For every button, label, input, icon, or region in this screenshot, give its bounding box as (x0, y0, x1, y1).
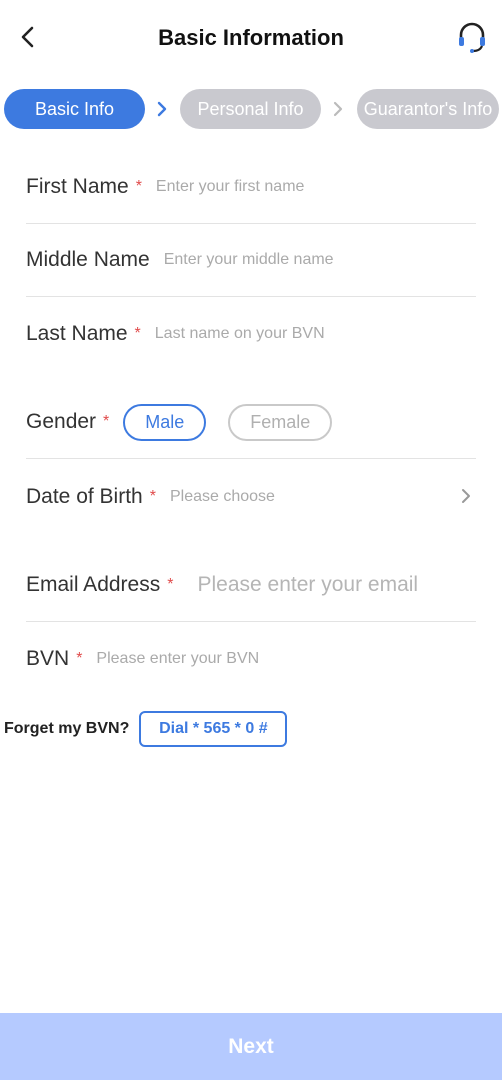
last-name-label: Last Name (26, 321, 128, 345)
support-button[interactable] (456, 20, 488, 54)
last-name-row[interactable]: Last Name * Last name on your BVN (26, 297, 476, 370)
step-personal-info[interactable]: Personal Info (180, 89, 321, 129)
first-name-row[interactable]: First Name * Enter your first name (26, 151, 476, 224)
progress-steps: Basic Info Personal Info Guarantor's Inf… (0, 89, 502, 129)
required-mark: * (134, 324, 141, 342)
gender-male-button[interactable]: Male (123, 403, 207, 441)
chevron-right-icon (462, 489, 470, 503)
required-mark: * (135, 178, 142, 195)
required-mark: * (103, 413, 110, 430)
gender-female-button[interactable]: Female (228, 403, 333, 441)
step-basic-info[interactable]: Basic Info (4, 89, 145, 129)
required-mark: * (76, 649, 83, 667)
required-mark: * (167, 576, 174, 593)
bvn-label: BVN (26, 646, 70, 670)
middle-name-label: Middle Name (26, 248, 150, 271)
dob-row[interactable]: Date of Birth * Please choose (26, 460, 476, 533)
email-row[interactable]: Email Address * Please enter your email (26, 549, 476, 622)
forget-bvn-label: Forget my BVN? (4, 720, 130, 737)
dial-bvn-button[interactable]: Dial * 565 * 0 # (139, 711, 288, 747)
first-name-label: First Name (26, 175, 129, 198)
dob-picker[interactable]: Please choose (170, 488, 275, 506)
email-input[interactable]: Please enter your email (197, 573, 418, 597)
headset-icon (459, 22, 485, 53)
required-mark: * (149, 487, 156, 505)
app-header: Basic Information (0, 0, 502, 76)
forget-bvn-section: Forget my BVN? Dial * 565 * 0 # (4, 711, 288, 747)
page-title: Basic Information (158, 25, 344, 50)
chevron-right-icon (157, 101, 167, 117)
gender-label: Gender (26, 410, 97, 433)
chevron-right-icon (333, 101, 343, 117)
step-guarantors-info[interactable]: Guarantor's Info (357, 89, 499, 129)
last-name-input[interactable]: Last name on your BVN (155, 325, 325, 343)
middle-name-input[interactable]: Enter your middle name (164, 251, 334, 269)
dob-label: Date of Birth (26, 484, 143, 508)
bvn-row[interactable]: BVN * Please enter your BVN (26, 622, 476, 695)
next-button[interactable]: Next (0, 1013, 502, 1080)
middle-name-row[interactable]: Middle Name Enter your middle name (26, 224, 476, 297)
email-label: Email Address (26, 573, 161, 596)
bvn-input[interactable]: Please enter your BVN (96, 650, 259, 668)
first-name-input[interactable]: Enter your first name (156, 178, 305, 196)
gender-row: Gender * Male Female (26, 386, 476, 459)
